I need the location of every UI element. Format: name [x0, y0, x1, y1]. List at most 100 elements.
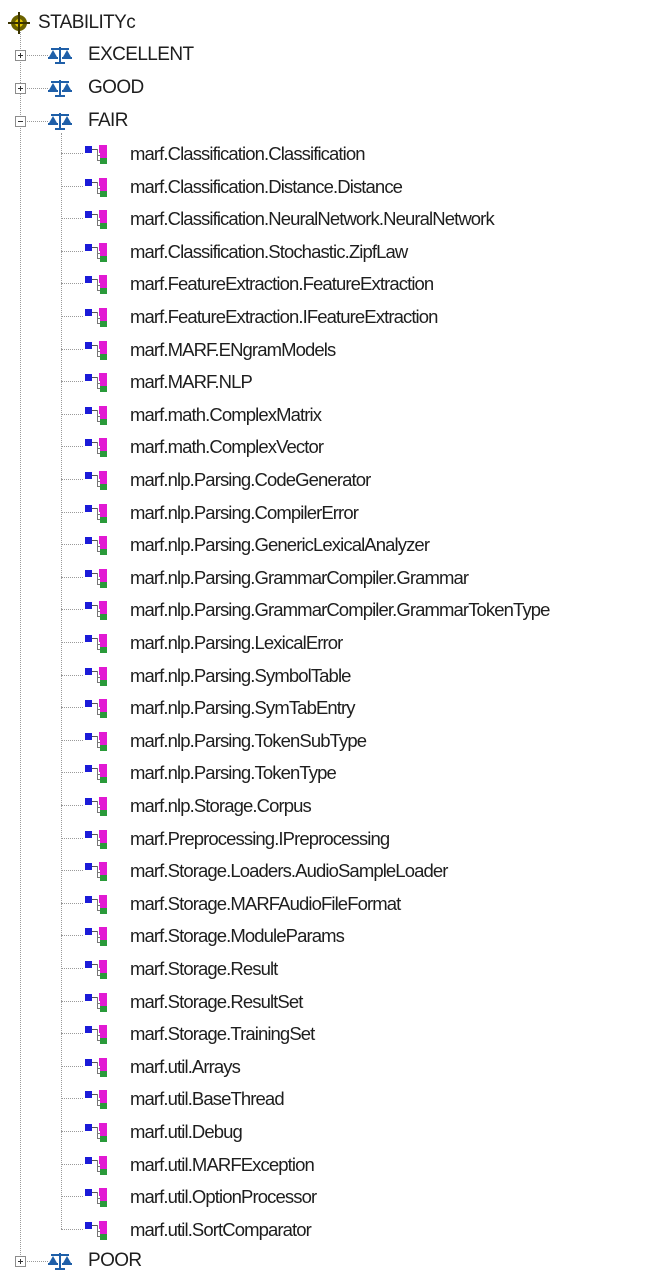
class-hierarchy-icon [85, 797, 107, 816]
tree-class-item[interactable]: marf.nlp.Parsing.GrammarCompiler.Grammar [84, 563, 469, 593]
tree-connector-line [61, 1228, 83, 1230]
tree-class-item[interactable]: marf.util.Arrays [84, 1052, 241, 1082]
tree-view[interactable]: STABILITYc EXCELLENT GOOD FAIR marf.Classifi… [0, 0, 662, 1276]
tree-class-item[interactable]: marf.Classification.Distance.Distance [84, 172, 403, 202]
tree-class-item[interactable]: marf.util.Debug [84, 1117, 243, 1147]
tree-class-item[interactable]: marf.math.ComplexMatrix [84, 400, 322, 430]
class-hierarchy-icon [85, 960, 107, 979]
expand-toggle-icon[interactable] [15, 83, 26, 94]
tree-class-item[interactable]: marf.nlp.Parsing.SymbolTable [84, 661, 351, 691]
tree-class-label: marf.nlp.Parsing.GrammarCompiler.Grammar… [130, 599, 550, 621]
tree-class-label: marf.Classification.Classification [130, 143, 366, 164]
tree-class-label: marf.nlp.Parsing.TokenType [130, 762, 337, 784]
tree-connector-line [61, 772, 83, 774]
class-hierarchy-icon [85, 1057, 107, 1077]
tree-class-item[interactable]: marf.util.MARFException [84, 1150, 315, 1180]
tree-class-item[interactable]: marf.nlp.Parsing.CodeGenerator [84, 465, 371, 495]
tree-connector-line [61, 283, 83, 285]
tree-category-fair[interactable]: FAIR [48, 106, 128, 136]
class-hierarchy-icon [85, 829, 107, 849]
tree-class-label: marf.nlp.Parsing.GenericLexicalAnalyzer [130, 534, 430, 556]
tree-category-label: FAIR [88, 110, 128, 131]
tree-class-label: marf.util.BaseThread [130, 1088, 285, 1110]
class-hierarchy-icon [85, 764, 107, 784]
tree-class-label: marf.util.Arrays [130, 1055, 241, 1077]
tree-class-label: marf.Preprocessing.IPreprocessing [130, 827, 390, 849]
tree-class-item[interactable]: marf.Storage.Result [84, 954, 278, 984]
tree-connector-line [61, 1098, 83, 1100]
tree-class-label: marf.nlp.Storage.Corpus [130, 795, 312, 816]
tree-connector-line [61, 805, 83, 806]
tree-class-item[interactable]: marf.nlp.Parsing.TokenSubType [84, 726, 367, 756]
tree-class-item[interactable]: marf.nlp.Parsing.GrammarCompiler.Grammar… [84, 595, 550, 625]
tree-connector-line [20, 32, 21, 1262]
tree-class-item[interactable]: marf.nlp.Parsing.GenericLexicalAnalyzer [84, 530, 430, 560]
tree-class-item[interactable]: marf.Preprocessing.IPreprocessing [84, 824, 390, 854]
tree-class-label: marf.MARF.ENgramModels [130, 338, 336, 360]
tree-class-item[interactable]: marf.Storage.Loaders.AudioSampleLoader [84, 856, 448, 886]
tree-class-label: marf.Classification.Distance.Distance [130, 175, 403, 197]
class-hierarchy-icon [85, 634, 107, 653]
tree-class-item[interactable]: marf.nlp.Parsing.LexicalError [84, 628, 343, 658]
class-hierarchy-icon [85, 992, 107, 1012]
tree-class-item[interactable]: marf.Classification.Stochastic.ZipfLaw [84, 237, 408, 267]
tree-class-item[interactable]: marf.nlp.Parsing.TokenType [84, 758, 337, 788]
tree-connector-line [61, 1000, 83, 1002]
class-hierarchy-icon [85, 862, 107, 882]
tree-class-label: marf.Storage.ModuleParams [130, 925, 345, 947]
class-hierarchy-icon [85, 731, 107, 751]
tree-connector-line [61, 316, 83, 317]
tree-connector-line [61, 413, 83, 415]
class-hierarchy-icon [85, 601, 107, 621]
class-hierarchy-icon [85, 1188, 107, 1208]
tree-class-item[interactable]: marf.nlp.Parsing.SymTabEntry [84, 693, 356, 723]
tree-class-label: marf.FeatureExtraction.FeatureExtraction [130, 273, 434, 295]
tree-class-item[interactable]: marf.util.SortComparator [84, 1215, 312, 1245]
class-hierarchy-icon [85, 1220, 107, 1240]
tree-connector-line [61, 1163, 83, 1165]
tree-category-excellent[interactable]: EXCELLENT [48, 40, 194, 70]
tree-class-item[interactable]: marf.MARF.ENgramModels [84, 335, 336, 365]
tree-root-node[interactable]: STABILITYc [8, 8, 136, 38]
scales-icon [48, 1253, 72, 1271]
class-hierarchy-icon [85, 275, 107, 295]
tree-class-item[interactable]: marf.FeatureExtraction.IFeatureExtractio… [84, 302, 438, 332]
class-hierarchy-icon [85, 536, 107, 556]
tree-class-item[interactable]: marf.util.OptionProcessor [84, 1182, 317, 1212]
tree-connector-line [61, 609, 83, 611]
collapse-toggle-icon[interactable] [15, 116, 26, 127]
tree-class-item[interactable]: marf.FeatureExtraction.FeatureExtraction [84, 269, 434, 299]
tree-class-item[interactable]: marf.Storage.ModuleParams [84, 921, 345, 951]
tree-connector-line [61, 576, 83, 578]
tree-class-label: marf.nlp.Parsing.TokenSubType [130, 729, 367, 751]
tree-class-item[interactable]: marf.Storage.TrainingSet [84, 1019, 315, 1049]
tree-category-poor[interactable]: POOR [48, 1246, 142, 1276]
tree-connector-line [61, 348, 83, 350]
tree-class-item[interactable]: marf.MARF.NLP [84, 367, 253, 397]
tree-category-label: POOR [88, 1250, 142, 1272]
scales-icon [48, 47, 72, 64]
tree-class-item[interactable]: marf.nlp.Parsing.CompilerError [84, 498, 359, 528]
class-hierarchy-icon [85, 340, 107, 360]
tree-class-label: marf.math.ComplexMatrix [130, 403, 322, 425]
tree-connector-line [61, 479, 83, 480]
expand-toggle-icon[interactable] [15, 50, 26, 61]
tree-class-item[interactable]: marf.util.BaseThread [84, 1084, 285, 1114]
tree-class-item[interactable]: marf.nlp.Storage.Corpus [84, 791, 312, 821]
tree-class-label: marf.math.ComplexVector [130, 436, 324, 458]
tree-class-item[interactable]: marf.Storage.MARFAudioFileFormat [84, 889, 401, 919]
expand-toggle-icon[interactable] [15, 1256, 26, 1268]
tree-class-label: marf.nlp.Parsing.SymTabEntry [130, 697, 356, 719]
class-hierarchy-icon [85, 1155, 107, 1175]
tree-class-label: marf.util.OptionProcessor [130, 1186, 317, 1208]
tree-connector-line [61, 739, 83, 741]
tree-class-label: marf.util.SortComparator [130, 1218, 312, 1240]
class-hierarchy-icon [85, 1123, 107, 1142]
tree-class-item[interactable]: marf.Classification.Classification [84, 139, 366, 169]
class-hierarchy-icon [85, 471, 107, 490]
class-hierarchy-icon [85, 210, 107, 230]
tree-class-item[interactable]: marf.math.ComplexVector [84, 432, 324, 462]
tree-class-item[interactable]: marf.Storage.ResultSet [84, 987, 303, 1017]
tree-category-good[interactable]: GOOD [48, 73, 144, 103]
tree-class-item[interactable]: marf.Classification.NeuralNetwork.Neural… [84, 204, 495, 234]
